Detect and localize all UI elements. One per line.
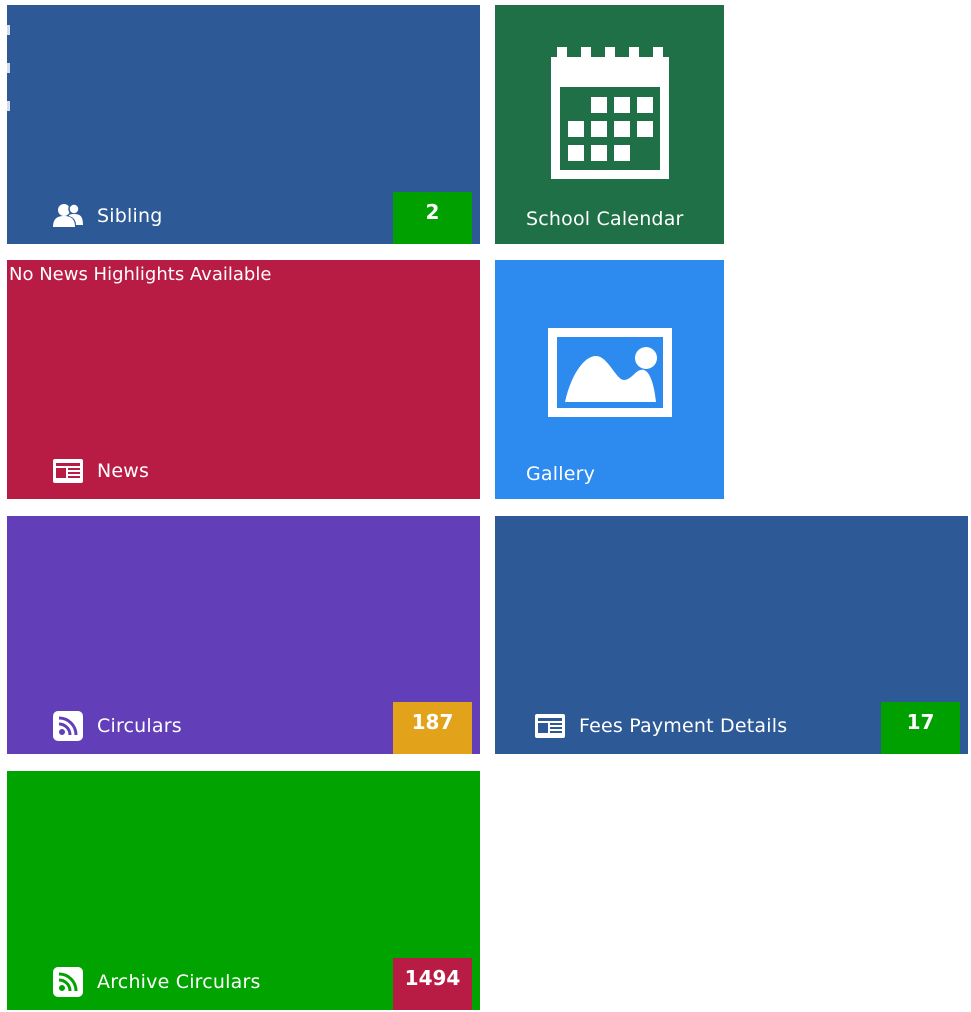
tile-news-label: News (97, 460, 150, 482)
calendar-icon (550, 47, 669, 183)
tile-sibling[interactable]: Sibling 2 (7, 5, 480, 244)
tile-circulars-label: Circulars (97, 715, 182, 737)
tile-archive-label-row: Archive Circulars (53, 967, 261, 997)
tile-fees-label-row: Fees Payment Details (535, 712, 787, 740)
archive-count-badge: 1494 (393, 958, 472, 1010)
tile-circulars[interactable]: Circulars 187 (7, 516, 480, 754)
fees-count-badge: 17 (881, 702, 960, 754)
tile-school-calendar-label-row: School Calendar (526, 208, 684, 230)
tile-news[interactable]: No News Highlights Available News (7, 260, 480, 499)
tile-gallery-label-row: Gallery (526, 463, 595, 485)
tile-gallery[interactable]: Gallery (495, 260, 724, 499)
tile-sibling-label-row: Sibling (53, 202, 162, 230)
picture-icon (547, 328, 672, 421)
tile-news-label-row: News (53, 457, 149, 485)
tile-school-calendar-label: School Calendar (526, 208, 684, 230)
newspaper-icon (53, 457, 85, 485)
sibling-count-badge: 2 (393, 192, 472, 244)
tile-sibling-label: Sibling (97, 205, 163, 227)
news-headline-text: No News Highlights Available (9, 264, 272, 285)
rss-icon (53, 967, 85, 997)
clipped-text-fragments (7, 25, 11, 139)
rss-icon (53, 711, 85, 741)
tile-circulars-label-row: Circulars (53, 711, 182, 741)
tile-archive-label: Archive Circulars (97, 971, 261, 993)
newspaper-icon (535, 712, 567, 740)
tile-archive-circulars[interactable]: Archive Circulars 1494 (7, 771, 480, 1010)
users-icon (53, 202, 85, 230)
circulars-count-badge: 187 (393, 702, 472, 754)
tile-school-calendar[interactable]: School Calendar (495, 5, 724, 244)
tile-gallery-label: Gallery (526, 463, 596, 485)
tile-fees-payment-details[interactable]: Fees Payment Details 17 (495, 516, 968, 754)
tile-fees-label: Fees Payment Details (579, 715, 788, 737)
